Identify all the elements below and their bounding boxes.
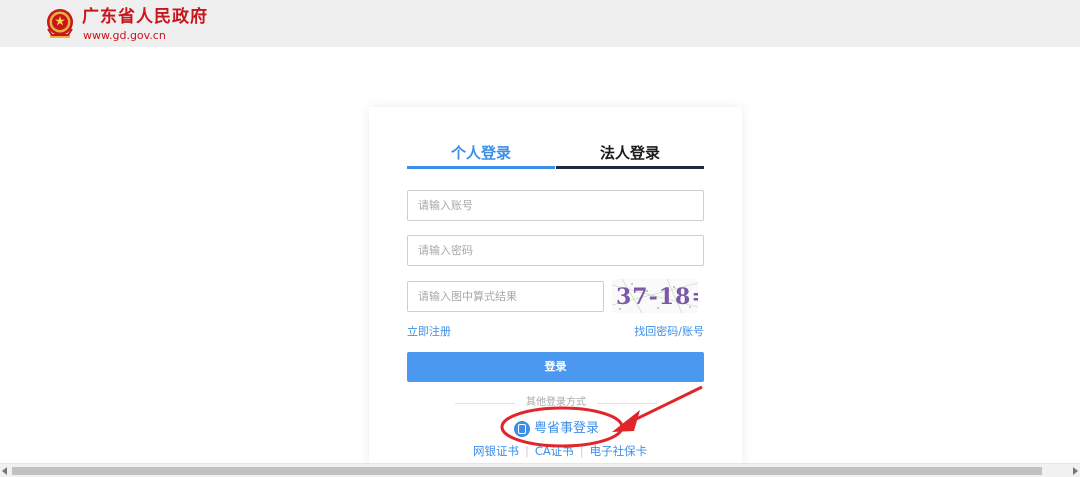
captcha-image[interactable]: 37-18=?: [612, 279, 698, 313]
login-button[interactable]: 登录: [407, 352, 704, 382]
tab-legal-person-login[interactable]: 法人登录: [556, 141, 704, 169]
password-input[interactable]: [407, 235, 704, 266]
captcha-input[interactable]: [407, 281, 604, 312]
divider-left: [455, 403, 515, 404]
captcha-text: 37-18=?: [616, 284, 698, 310]
register-link[interactable]: 立即注册: [407, 325, 451, 339]
horizontal-scrollbar[interactable]: [0, 463, 1080, 477]
national-emblem-icon[interactable]: [44, 7, 76, 40]
cert-login-options: 网银证书 | CA证书 | 电子社保卡: [473, 444, 647, 458]
social-security-card-login[interactable]: 电子社保卡: [590, 444, 648, 458]
yueshengshi-login[interactable]: 粤省事登录: [514, 420, 599, 438]
yueshengshi-label: 粤省事登录: [534, 421, 600, 436]
divider-right: [597, 403, 657, 404]
scroll-right-arrow-icon[interactable]: [1073, 467, 1078, 475]
ca-cert-login[interactable]: CA证书: [535, 444, 574, 458]
site-title[interactable]: 广东省人民政府: [82, 7, 208, 27]
tab-personal-login[interactable]: 个人登录: [407, 141, 555, 169]
login-card: 个人登录 法人登录 37-18=? 立即注册 找回密码/账号 登录 其他登录方式…: [369, 107, 742, 477]
other-login-methods-label: 其他登录方式: [526, 397, 586, 408]
scroll-left-arrow-icon[interactable]: [2, 467, 7, 475]
login-tabs: 个人登录 法人登录: [407, 141, 704, 169]
site-header: 广东省人民政府 www.gd.gov.cn: [0, 0, 1080, 47]
bank-cert-login[interactable]: 网银证书: [473, 444, 519, 458]
site-url[interactable]: www.gd.gov.cn: [83, 29, 166, 42]
yueshengshi-icon: [514, 421, 530, 437]
separator: |: [525, 444, 529, 458]
account-input[interactable]: [407, 190, 704, 221]
scrollbar-thumb[interactable]: [12, 467, 1042, 475]
separator: |: [579, 444, 584, 458]
forgot-password-link[interactable]: 找回密码/账号: [634, 325, 704, 339]
